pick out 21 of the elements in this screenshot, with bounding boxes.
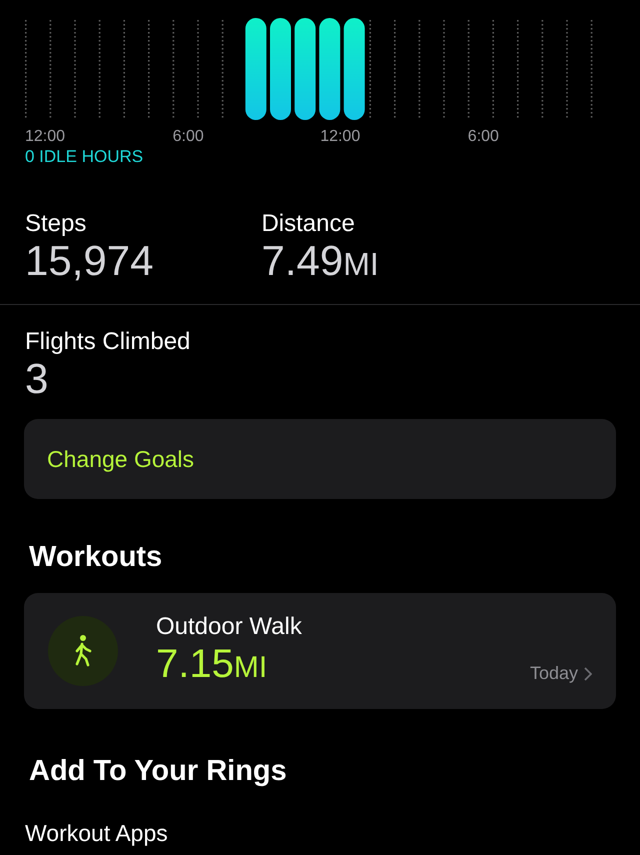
axis-label: 12:00 [25,127,66,147]
idle-hours: 0 IDLE HOURS [25,147,144,167]
change-goals-button[interactable]: Change Goals [24,419,616,499]
metric-value: 3 [25,357,50,401]
metric-label: Flights Climbed [25,327,192,357]
workout-name: Outdoor Walk [156,612,303,642]
workout-date: Today [530,662,578,685]
axis-label: 12:00 [320,127,360,147]
metric-value: 15,974 [25,239,154,283]
workout-distance: 7.15MI [156,642,268,688]
section-subheading: Workout Apps [24,819,169,847]
axis-label: 6:00 [468,127,499,147]
metric-label: Steps [25,209,88,239]
walking-figure-icon [73,634,93,668]
axis-label: 6:00 [172,127,204,147]
section-heading: Workouts [28,540,164,575]
metric-label: Distance [261,209,356,239]
workout-card[interactable]: Outdoor Walk 7.15MI Today [24,593,616,709]
metric-value: 7.49MI [261,239,379,286]
chevron-icon [584,666,592,680]
section-heading: Add To Your Rings [28,754,288,789]
